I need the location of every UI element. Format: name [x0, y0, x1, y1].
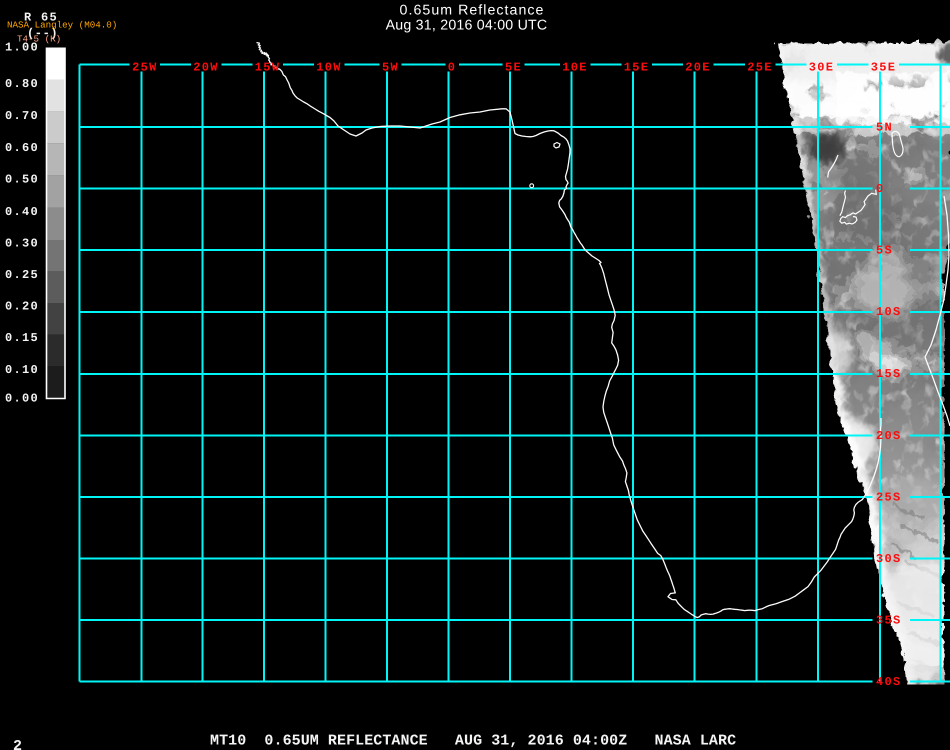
svg-text:0.60: 0.60 [5, 141, 39, 155]
svg-text:2: 2 [13, 738, 22, 750]
svg-text:10W: 10W [316, 61, 342, 75]
svg-text:10S: 10S [876, 305, 902, 319]
svg-text:T4-5 (K): T4-5 (K) [17, 33, 61, 44]
svg-text:0.10: 0.10 [5, 363, 39, 377]
svg-text:5N: 5N [876, 120, 893, 134]
svg-text:0.40: 0.40 [5, 205, 39, 219]
svg-text:0: 0 [876, 182, 885, 196]
svg-text:0.00: 0.00 [5, 391, 39, 405]
svg-text:0.30: 0.30 [5, 236, 39, 250]
svg-text:20S: 20S [876, 429, 902, 443]
svg-text:35E: 35E [871, 61, 897, 75]
svg-text:15W: 15W [255, 61, 281, 75]
svg-text:NASA Langley (M04.0): NASA Langley (M04.0) [7, 19, 117, 30]
svg-text:10E: 10E [562, 61, 588, 75]
svg-text:5S: 5S [876, 243, 893, 257]
svg-text:30E: 30E [809, 61, 835, 75]
svg-text:5E: 5E [505, 61, 522, 75]
svg-text:MT10 0.65UM REFLECTANCE AUG: MT10 0.65UM REFLECTANCE AUG 31, 2016 04:… [210, 733, 736, 750]
svg-text:0.15: 0.15 [5, 331, 39, 345]
svg-text:Aug 31, 2016 04:00 UTC: Aug 31, 2016 04:00 UTC [386, 18, 548, 34]
svg-text:20E: 20E [685, 61, 711, 75]
svg-text:40S: 40S [876, 675, 902, 689]
svg-text:25E: 25E [747, 61, 773, 75]
svg-text:0.80: 0.80 [5, 77, 39, 91]
svg-text:0.50: 0.50 [5, 173, 39, 187]
svg-text:5W: 5W [382, 61, 399, 75]
svg-text:25S: 25S [876, 490, 902, 504]
svg-text:30S: 30S [876, 552, 902, 566]
svg-text:0.25: 0.25 [5, 268, 39, 282]
svg-text:25W: 25W [132, 61, 158, 75]
svg-text:0.20: 0.20 [5, 300, 39, 314]
svg-text:35S: 35S [876, 613, 902, 627]
svg-text:0: 0 [448, 61, 457, 75]
svg-text:20W: 20W [193, 61, 219, 75]
svg-text:0.65um Reflectance: 0.65um Reflectance [400, 2, 545, 18]
svg-text:15E: 15E [624, 61, 650, 75]
svg-text:0.70: 0.70 [5, 109, 39, 123]
svg-text:15S: 15S [876, 367, 902, 381]
